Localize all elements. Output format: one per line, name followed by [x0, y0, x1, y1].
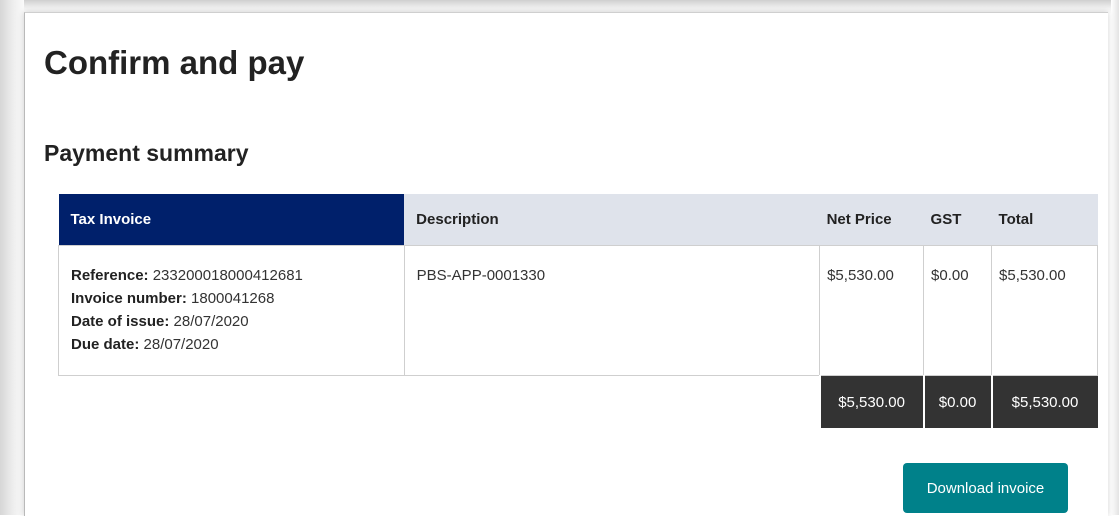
total-cell: $5,530.00 — [991, 245, 1098, 376]
invoice-number-label: Invoice number: — [71, 290, 187, 307]
net-price-cell: $5,530.00 — [819, 245, 925, 376]
total-amount: $5,530.00 — [990, 375, 1098, 428]
table-row: Reference: 233200018000412681 Invoice nu… — [58, 245, 1098, 376]
totals-spacer — [59, 376, 405, 429]
window-frame-right — [1111, 0, 1119, 515]
due-date-value: 28/07/2020 — [143, 336, 219, 353]
table-header-row: Tax Invoice Description Net Price GST To… — [58, 194, 1098, 246]
date-of-issue-label: Date of issue: — [71, 313, 170, 330]
date-of-issue-value: 28/07/2020 — [173, 313, 249, 330]
header-description: Description — [404, 194, 820, 246]
reference-label: Reference: — [71, 267, 149, 284]
date-of-issue-line: Date of issue: 28/07/2020 — [71, 310, 392, 333]
total-gst: $0.00 — [922, 375, 992, 428]
payment-summary-table: Tax Invoice Description Net Price GST To… — [58, 194, 1098, 428]
gst-cell: $0.00 — [923, 245, 993, 376]
reference-line: Reference: 233200018000412681 — [71, 264, 392, 287]
due-date-line: Due date: 28/07/2020 — [71, 333, 392, 356]
header-total: Total — [991, 194, 1098, 246]
section-title-payment-summary: Payment summary — [44, 140, 249, 166]
invoice-details-cell: Reference: 233200018000412681 Invoice nu… — [58, 245, 405, 376]
header-tax-invoice: Tax Invoice — [58, 194, 405, 246]
invoice-number-line: Invoice number: 1800041268 — [71, 287, 392, 310]
reference-value: 233200018000412681 — [152, 267, 303, 284]
due-date-label: Due date: — [71, 336, 140, 353]
header-gst: GST — [923, 194, 992, 246]
download-invoice-button[interactable]: Download invoice — [903, 463, 1068, 513]
invoice-number-value: 1800041268 — [191, 290, 275, 307]
header-net-price: Net Price — [819, 194, 924, 246]
totals-spacer — [404, 376, 819, 429]
total-net-price: $5,530.00 — [818, 375, 924, 428]
totals-row: $5,530.00 $0.00 $5,530.00 — [59, 375, 1098, 429]
window-frame-left — [0, 0, 24, 515]
description-cell: PBS-APP-0001330 — [403, 245, 821, 376]
page-title: Confirm and pay — [44, 44, 305, 81]
